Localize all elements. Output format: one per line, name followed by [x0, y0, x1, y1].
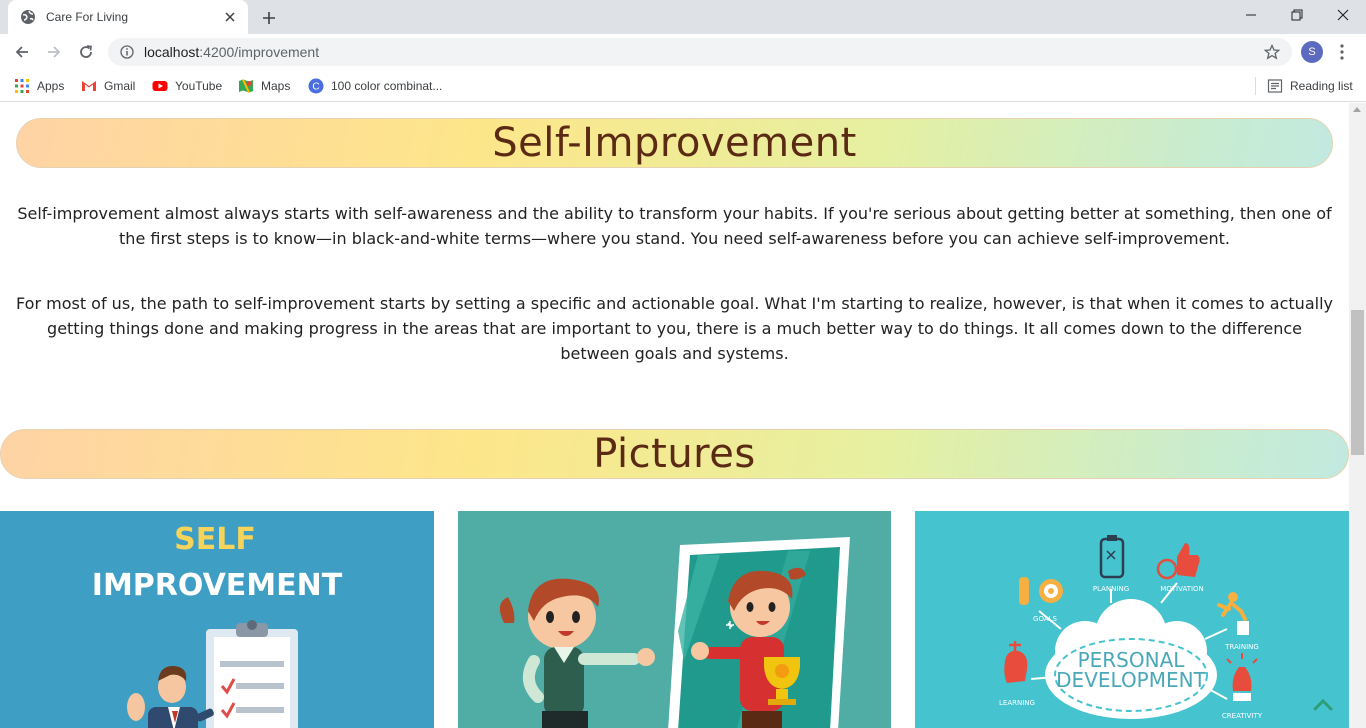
address-bar[interactable]: localhost:4200/improvement — [108, 38, 1292, 66]
intro-paragraph: Self-improvement almost always starts wi… — [17, 204, 1332, 248]
apps-grid-icon — [14, 78, 30, 94]
close-window-icon[interactable] — [1320, 0, 1366, 30]
globe-icon — [20, 9, 36, 25]
label-goals: GOALS — [1033, 615, 1057, 623]
reload-icon[interactable] — [72, 38, 100, 66]
back-arrow-icon[interactable] — [8, 38, 36, 66]
bookmark-apps[interactable]: Apps — [14, 76, 64, 96]
url-host: localhost — [144, 44, 200, 60]
minimize-icon[interactable] — [1228, 0, 1274, 30]
goals-paragraph: For most of us, the path to self-improve… — [16, 294, 1333, 363]
url-text: localhost:4200/improvement — [144, 44, 319, 60]
bookmark-youtube-label: YouTube — [175, 79, 223, 93]
restore-icon[interactable] — [1274, 0, 1320, 30]
bookmark-color-combinations[interactable]: C 100 color combinat... — [308, 76, 442, 96]
scroll-up-arrow-icon[interactable] — [1353, 107, 1361, 112]
bookmark-color-label: 100 color combinat... — [331, 79, 443, 93]
page-title: Self-Improvement — [492, 120, 857, 166]
bookmark-apps-label: Apps — [37, 79, 65, 93]
self-improvement-banner: Self-Improvement — [16, 118, 1333, 168]
browser-toolbar: localhost:4200/improvement — [0, 34, 1366, 70]
youtube-icon — [152, 78, 168, 94]
bookmark-gmail[interactable]: Gmail — [81, 76, 135, 96]
bookmark-youtube[interactable]: YouTube — [152, 76, 222, 96]
pd-line2: DEVELOPMENT — [1056, 668, 1206, 692]
label-motivation: MOTIVATION — [1160, 585, 1204, 593]
page-scrollbar[interactable] — [1349, 103, 1366, 728]
close-tab-icon[interactable] — [222, 9, 238, 25]
pictures-heading: Pictures — [593, 431, 756, 477]
self-improvement-image: SELF IMPROVEMENT — [0, 511, 434, 728]
pic1-title-line2: IMPROVEMENT — [92, 568, 343, 603]
reading-list-label: Reading list — [1290, 79, 1353, 93]
menu-kebab-icon[interactable] — [1336, 42, 1348, 62]
info-icon[interactable] — [120, 45, 134, 59]
scrollbar-thumb[interactable] — [1351, 310, 1364, 455]
svg-text:C: C — [312, 82, 319, 93]
pictures-banner: Pictures — [0, 429, 1349, 479]
gmail-icon — [81, 78, 97, 94]
label-creativity: CREATIVITY — [1222, 712, 1263, 720]
tab-strip: Care For Living — [0, 0, 1366, 34]
new-tab-icon[interactable] — [258, 7, 280, 29]
bookmarks-separator — [1255, 77, 1256, 95]
reading-list-icon — [1267, 78, 1283, 94]
bookmark-gmail-label: Gmail — [104, 79, 136, 93]
personal-development-image: PERSONAL DEVELOPMENT GOALS PLANNING MOTI… — [915, 511, 1349, 728]
label-learning: LEARNING — [999, 699, 1035, 707]
pic1-title-line1: SELF — [174, 522, 256, 557]
url-path: :4200/improvement — [199, 44, 320, 60]
profile-avatar[interactable]: S — [1301, 41, 1323, 63]
reading-list[interactable]: Reading list — [1267, 76, 1353, 96]
page-viewport: Self-Improvement Self-improvement almost… — [0, 103, 1349, 728]
bookmark-star-icon[interactable] — [1264, 44, 1280, 60]
mirror-encouragement-image — [458, 511, 891, 728]
bookmark-maps-label: Maps — [261, 79, 291, 93]
bookmarks-bar: Apps Gmail YouTube Maps C 100 color comb… — [0, 70, 1366, 102]
label-planning: PLANNING — [1093, 585, 1129, 593]
clipboard-icon — [206, 620, 298, 728]
tab-title: Care For Living — [46, 10, 129, 24]
forward-arrow-icon[interactable] — [40, 38, 68, 66]
color-site-icon: C — [308, 78, 324, 94]
bookmark-maps[interactable]: Maps — [238, 76, 290, 96]
maps-icon — [238, 78, 254, 94]
label-training: TRAINING — [1224, 643, 1259, 651]
browser-tab[interactable]: Care For Living — [8, 0, 248, 34]
